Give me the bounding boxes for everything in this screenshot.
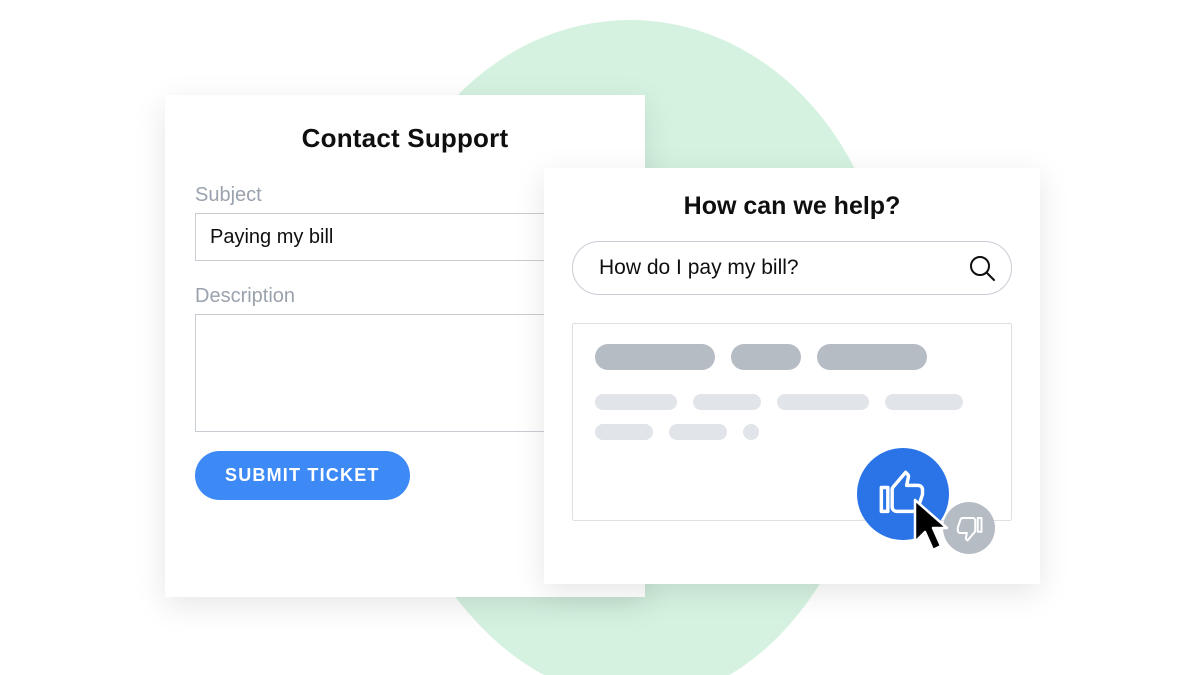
skeleton-row bbox=[595, 394, 989, 410]
skeleton-pill bbox=[777, 394, 869, 410]
search-wrapper bbox=[572, 241, 1012, 295]
search-icon bbox=[968, 254, 996, 282]
skeleton-pill bbox=[595, 394, 677, 410]
skeleton-dot bbox=[743, 424, 759, 440]
search-input[interactable] bbox=[572, 241, 1012, 295]
thumbs-down-button[interactable] bbox=[943, 502, 995, 554]
result-skeleton-box bbox=[572, 323, 1012, 521]
submit-ticket-button[interactable]: SUBMIT TICKET bbox=[195, 451, 410, 500]
help-title: How can we help? bbox=[572, 192, 1012, 221]
skeleton-pill bbox=[885, 394, 963, 410]
contact-title: Contact Support bbox=[195, 123, 615, 154]
help-card: How can we help? bbox=[544, 168, 1040, 584]
skeleton-pill bbox=[669, 424, 727, 440]
feedback-buttons bbox=[857, 448, 1017, 558]
search-button[interactable] bbox=[968, 253, 998, 283]
skeleton-row bbox=[595, 344, 989, 370]
skeleton-pill bbox=[595, 344, 715, 370]
thumbs-up-button[interactable] bbox=[857, 448, 949, 540]
skeleton-pill bbox=[595, 424, 653, 440]
thumbs-down-icon bbox=[954, 513, 984, 543]
skeleton-pill bbox=[817, 344, 927, 370]
skeleton-row bbox=[595, 424, 989, 440]
skeleton-pill bbox=[693, 394, 761, 410]
skeleton-pill bbox=[731, 344, 801, 370]
thumbs-up-icon bbox=[877, 468, 929, 520]
